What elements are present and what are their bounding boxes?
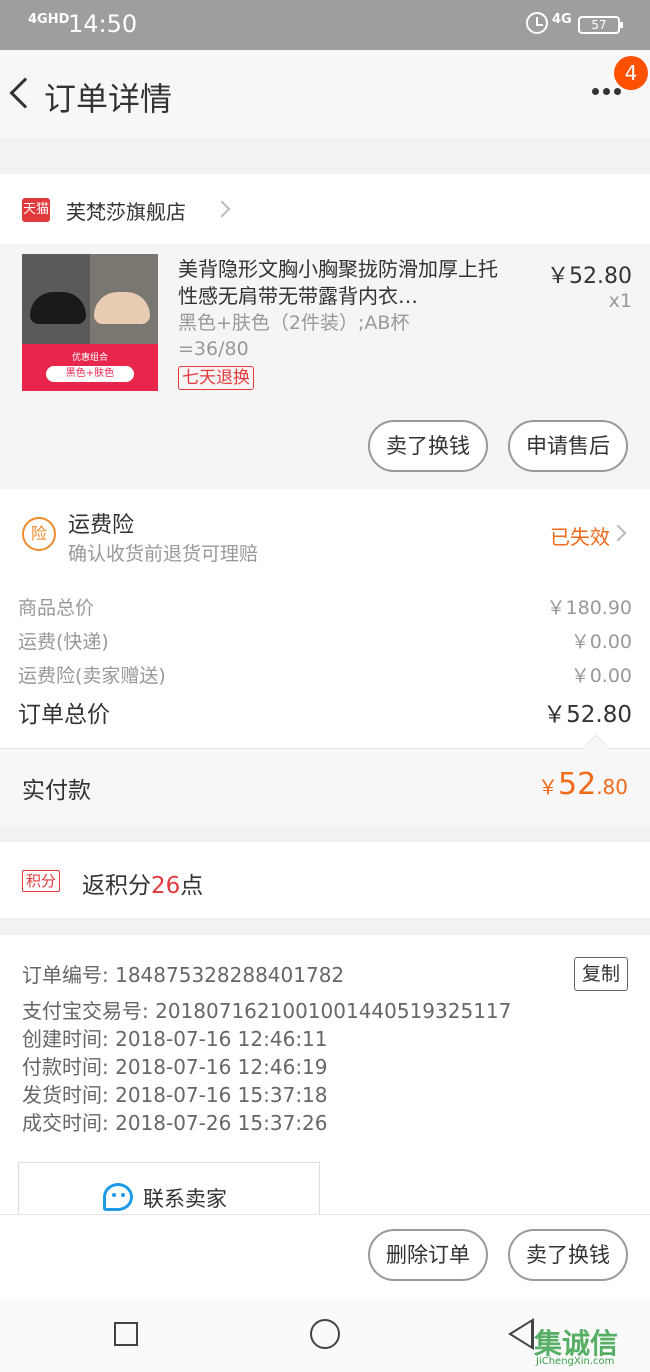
page-title: 订单详情 bbox=[44, 80, 173, 118]
delete-order-button[interactable]: 删除订单 bbox=[368, 1229, 488, 1281]
bottom-action-bar: 删除订单 卖了换钱 bbox=[0, 1214, 650, 1300]
summary-label: 运费(快递) bbox=[18, 631, 109, 653]
product-price: ￥52.80 bbox=[547, 264, 632, 289]
thumb-banner: 优惠组合 bbox=[71, 353, 108, 363]
back-icon[interactable] bbox=[9, 77, 41, 109]
watermark-url: JiChengXin.com bbox=[536, 1356, 615, 1367]
battery-icon: 57 bbox=[578, 16, 623, 34]
points-text: 返积分26点 bbox=[82, 873, 204, 899]
shop-name: 芙梵莎旗舰店 bbox=[66, 200, 186, 224]
summary-label: 运费险(卖家赠送) bbox=[18, 665, 166, 687]
chevron-right-icon bbox=[213, 200, 231, 218]
order-info: 订单编号: 184875328288401782 复制 支付宝交易号: 2018… bbox=[0, 935, 650, 1222]
sell-button[interactable]: 卖了换钱 bbox=[508, 1229, 628, 1281]
sell-button[interactable]: 卖了换钱 bbox=[368, 420, 488, 472]
system-nav-bar: 集诚信 JiChengXin.com bbox=[0, 1300, 650, 1372]
summary-row: 商品总价 ￥180.90 bbox=[18, 593, 632, 627]
after-sale-button[interactable]: 申请售后 bbox=[508, 420, 628, 472]
order-number: 订单编号: 184875328288401782 bbox=[22, 963, 345, 987]
product-title: 美背隐形文胸小胸聚拢防滑加厚上托性感无肩带无带露背内衣… bbox=[178, 257, 498, 308]
product-quantity: x1 bbox=[608, 290, 632, 312]
order-total-value: ￥52.80 bbox=[543, 702, 632, 728]
clock: 14:50 bbox=[68, 10, 138, 38]
network-indicator: 4GHD bbox=[28, 12, 70, 27]
return-policy-tag: 七天退换 bbox=[178, 366, 254, 390]
product-thumbnail[interactable]: 优惠组合 黑色+肤色 bbox=[22, 254, 158, 391]
order-total-row: 订单总价 ￥52.80 bbox=[18, 695, 632, 729]
completed-time: 成交时间: 2018-07-26 15:37:26 bbox=[22, 1111, 328, 1135]
chat-icon bbox=[103, 1183, 133, 1211]
contact-seller-label: 联系卖家 bbox=[143, 1187, 227, 1211]
home-icon[interactable] bbox=[310, 1319, 340, 1349]
summary-value: ￥0.00 bbox=[570, 631, 632, 653]
notification-badge: 4 bbox=[614, 56, 648, 90]
more-icon[interactable] bbox=[592, 88, 621, 95]
alarm-icon bbox=[526, 12, 548, 34]
points-tag: 积分 bbox=[22, 870, 61, 892]
paid-time: 付款时间: 2018-07-16 12:46:19 bbox=[22, 1055, 328, 1079]
summary-value: ￥0.00 bbox=[570, 665, 632, 687]
summary-value: ￥180.90 bbox=[546, 597, 632, 619]
paid-label: 实付款 bbox=[22, 778, 91, 804]
paid-amount-row: 实付款 ￥52.80 bbox=[0, 749, 650, 825]
status-bar: 4GHD 14:50 4G 57 bbox=[0, 0, 650, 50]
thumb-label: 黑色+肤色 bbox=[46, 366, 134, 382]
summary-label: 商品总价 bbox=[18, 597, 95, 619]
signal-indicator: 4G bbox=[552, 12, 572, 27]
product-item[interactable]: 优惠组合 黑色+肤色 美背隐形文胸小胸聚拢防滑加厚上托性感无肩带无带露背内衣… … bbox=[0, 244, 650, 489]
product-sku: 黑色+肤色（2件装）;AB杯=36/80 bbox=[178, 312, 410, 360]
insurance-title: 运费险 bbox=[68, 513, 135, 538]
alipay-trade-number: 支付宝交易号: 2018071621001001440519325117 bbox=[22, 999, 512, 1023]
contact-seller-button[interactable]: 联系卖家 bbox=[18, 1162, 320, 1222]
insurance-icon: 险 bbox=[22, 517, 56, 551]
copy-button[interactable]: 复制 bbox=[574, 957, 628, 991]
header: 订单详情 bbox=[0, 50, 650, 138]
shipping-insurance-row[interactable]: 险 运费险 确认收货前退货可理赔 已失效 bbox=[0, 489, 650, 579]
price-summary: 商品总价 ￥180.90 运费(快递) ￥0.00 运费险(卖家赠送) ￥0.0… bbox=[0, 579, 650, 749]
tmall-icon: 天猫 bbox=[22, 198, 50, 222]
insurance-status: 已失效 bbox=[550, 525, 610, 549]
chevron-right-icon bbox=[609, 524, 627, 542]
recents-icon[interactable] bbox=[114, 1322, 138, 1346]
insurance-subtitle: 确认收货前退货可理赔 bbox=[68, 543, 259, 565]
order-total-label: 订单总价 bbox=[18, 702, 110, 728]
shipped-time: 发货时间: 2018-07-16 15:37:18 bbox=[22, 1083, 328, 1107]
shop-row[interactable]: 天猫 芙梵莎旗舰店 bbox=[0, 174, 650, 244]
summary-row: 运费(快递) ￥0.00 bbox=[18, 627, 632, 661]
points-row: 积分 返积分26点 bbox=[0, 842, 650, 918]
paid-amount: ￥52.80 bbox=[538, 767, 628, 802]
created-time: 创建时间: 2018-07-16 12:46:11 bbox=[22, 1027, 328, 1051]
summary-row: 运费险(卖家赠送) ￥0.00 bbox=[18, 661, 632, 695]
